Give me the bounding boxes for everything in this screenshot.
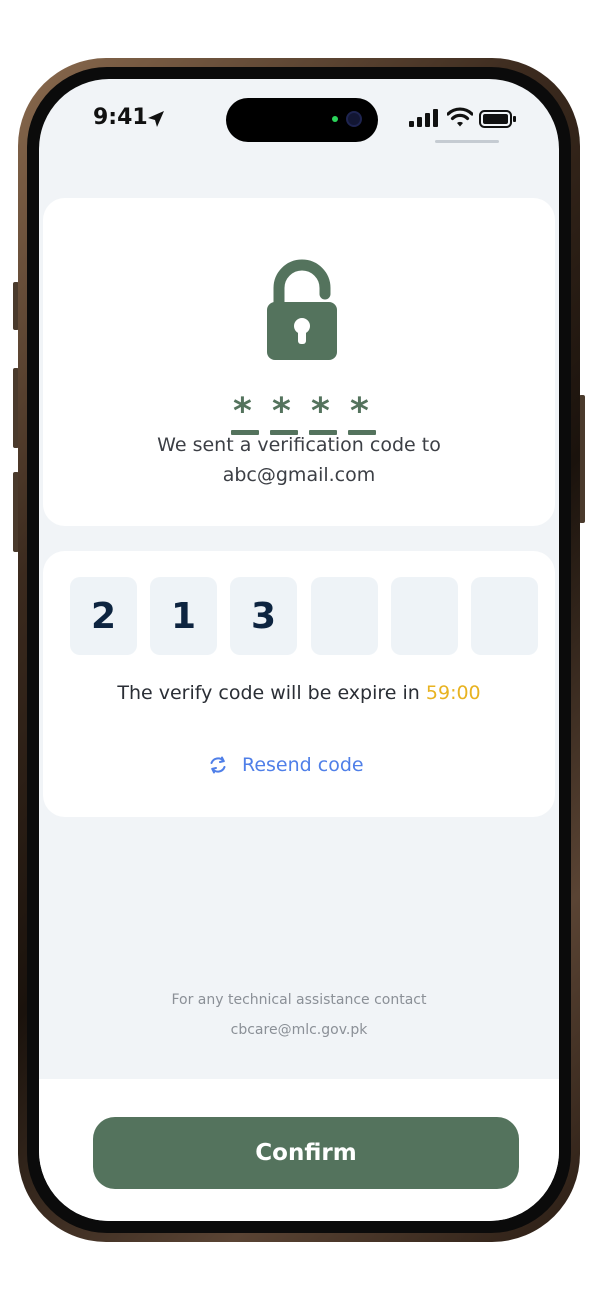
dynamic-island: [226, 98, 378, 142]
cellular-signal-icon: [409, 109, 438, 127]
location-arrow-icon: [148, 111, 164, 127]
sent-message: We sent a verification code to: [157, 434, 441, 456]
svg-text:*: *: [233, 393, 252, 432]
support-email[interactable]: cbcare@mlc.gov.pk: [39, 1022, 559, 1038]
otp-input-row: 2 1 3: [70, 577, 540, 655]
confirm-button[interactable]: Confirm: [93, 1117, 519, 1189]
otp-digit-2[interactable]: 1: [150, 577, 217, 655]
front-camera: [346, 111, 362, 127]
status-time: 9:41: [93, 105, 148, 130]
resend-code-label: Resend code: [242, 754, 364, 776]
padlock-icon: [267, 259, 337, 360]
help-message: For any technical assistance contact: [171, 992, 427, 1008]
svg-text:*: *: [272, 393, 291, 432]
otp-digit-6[interactable]: [471, 577, 538, 655]
otp-digit-3[interactable]: 3: [230, 577, 297, 655]
expiry-label: The verify code will be expire in: [117, 682, 420, 704]
status-underline: [435, 140, 499, 143]
resend-code-button[interactable]: Resend code: [208, 750, 364, 780]
expiry-timer: 59:00: [425, 682, 481, 704]
status-bar: 9:41: [39, 79, 559, 159]
phone-frame: 9:41 * * * * We sent a verification code…: [18, 58, 580, 1242]
privacy-indicator: [332, 116, 338, 122]
footer: Confirm: [39, 1079, 559, 1221]
verification-info-card: * * * * We sent a verification code to a…: [43, 198, 555, 526]
otp-digit-1[interactable]: 2: [70, 577, 137, 655]
expiry-message: The verify code will be expire in 59:00: [43, 682, 555, 704]
svg-text:*: *: [350, 393, 369, 432]
battery-icon: [479, 110, 516, 128]
email-address: abc@gmail.com: [222, 464, 376, 486]
otp-digit-4[interactable]: [311, 577, 378, 655]
refresh-icon: [210, 756, 226, 774]
svg-text:*: *: [311, 393, 330, 432]
otp-digit-5[interactable]: [391, 577, 458, 655]
phone-bezel: 9:41 * * * * We sent a verification code…: [27, 67, 571, 1233]
code-entry-card: 2 1 3 The verify code will be expire in …: [43, 551, 555, 817]
screen: 9:41 * * * * We sent a verification code…: [39, 79, 559, 1221]
wifi-icon: [447, 107, 473, 127]
lock-illustration: [227, 240, 377, 390]
